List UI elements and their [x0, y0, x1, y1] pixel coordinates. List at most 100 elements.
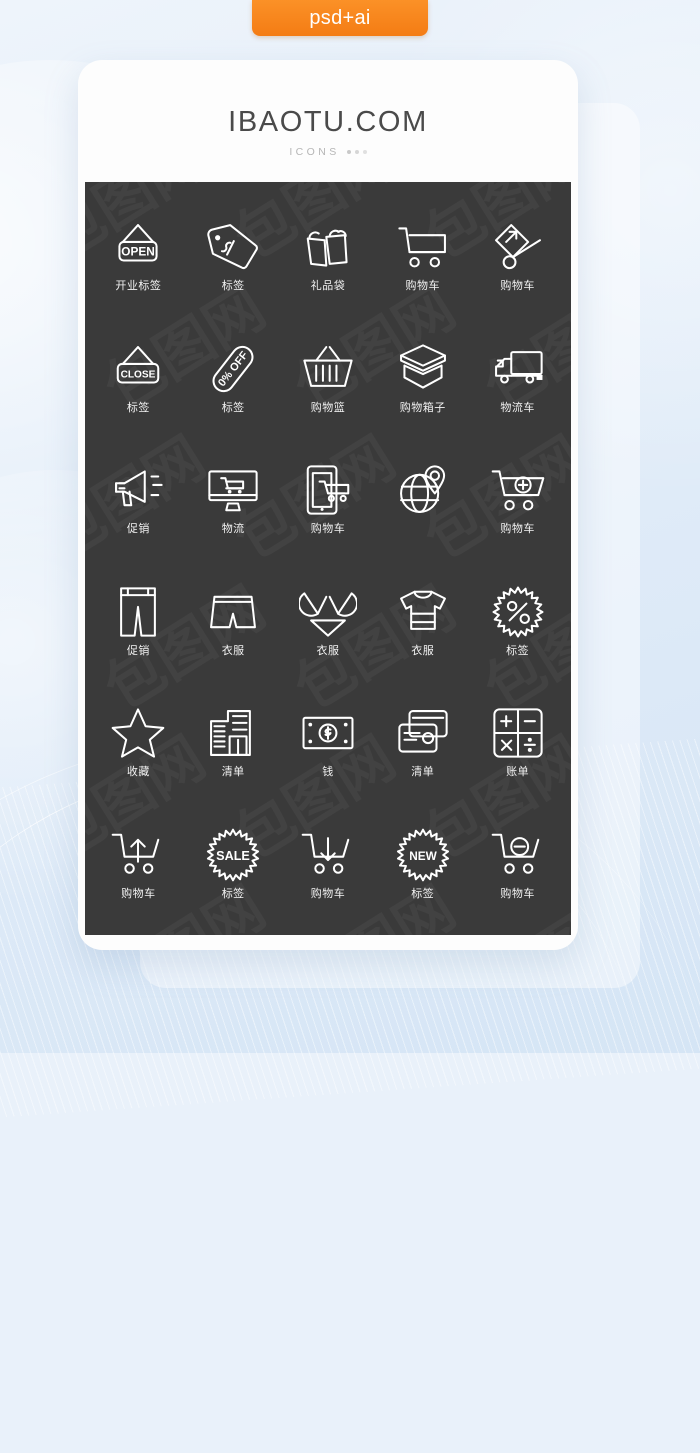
icon-label: 购物车: [500, 887, 535, 900]
cart-download-icon[interactable]: [299, 828, 357, 882]
sale-badge-icon[interactable]: SALE: [204, 828, 262, 882]
megaphone-icon[interactable]: [109, 463, 167, 517]
icon-grid: OPEN 开业标签 标签 礼品袋 购物车 购物车 CLOSE 标签 0% OFF 标签 购物篮 购物箱…: [85, 182, 571, 935]
globe-location-icon[interactable]: [394, 463, 452, 517]
percent-badge-icon[interactable]: [489, 585, 547, 639]
cart-add-icon[interactable]: [489, 463, 547, 517]
icon-label: 物流: [221, 523, 245, 536]
icon-cell[interactable]: 购物车: [281, 439, 376, 561]
percent-off-tag-icon[interactable]: 0% OFF: [204, 342, 262, 396]
icon-cell[interactable]: 购物篮: [281, 318, 376, 440]
icon-cell[interactable]: 礼品袋: [281, 196, 376, 318]
gift-bags-icon[interactable]: [299, 220, 357, 274]
decorative-dots: [346, 150, 367, 154]
icon-cell[interactable]: 钱: [281, 682, 376, 804]
icon-cell[interactable]: SALE 标签: [186, 804, 281, 926]
icon-cell[interactable]: 物流车: [470, 318, 565, 440]
icon-label: 衣服: [221, 644, 245, 657]
icon-cell[interactable]: 0% OFF 标签: [186, 318, 281, 440]
icon-label: 标签: [126, 401, 150, 414]
icon-label: 礼品袋: [310, 280, 346, 293]
icon-cell[interactable]: 收藏: [91, 682, 186, 804]
mobile-cart-icon[interactable]: [299, 463, 357, 517]
icon-label: 标签: [221, 887, 245, 900]
shorts-icon[interactable]: [204, 585, 262, 639]
icon-cell[interactable]: 衣服: [186, 561, 281, 683]
open-sign-icon[interactable]: OPEN: [109, 220, 167, 274]
icon-cell[interactable]: 账单: [470, 682, 565, 804]
calculator-icon[interactable]: [489, 706, 547, 760]
icon-label: 衣服: [411, 644, 435, 657]
icon-cell[interactable]: 物流: [186, 439, 281, 561]
icon-label: 促销: [126, 523, 150, 536]
icon-label: 账单: [506, 766, 530, 779]
icon-grid-panel: 包图网包图网包图网包图网包图网包图网包图网包图网包图网包图网包图网包图网包图网包…: [85, 182, 571, 935]
star-favorite-icon[interactable]: [109, 706, 167, 760]
icon-cell[interactable]: 购物车: [470, 804, 565, 926]
icon-cell[interactable]: 购物车: [91, 804, 186, 926]
building-list-icon[interactable]: [204, 706, 262, 760]
icon-cell[interactable]: 清单: [186, 682, 281, 804]
icon-cell[interactable]: 购物车: [470, 196, 565, 318]
pants-icon[interactable]: [109, 585, 167, 639]
hand-truck-icon[interactable]: [489, 220, 547, 274]
icon-cell[interactable]: NEW 标签: [375, 804, 470, 926]
brand-subtitle-label: ICONS: [289, 146, 340, 158]
tshirt-icon[interactable]: [394, 585, 452, 639]
icon-label: 标签: [411, 887, 435, 900]
bikini-icon[interactable]: [298, 585, 357, 639]
icon-label: 收藏: [126, 766, 150, 779]
icon-cell[interactable]: 促销: [91, 561, 186, 683]
icon-label: 购物车: [405, 280, 441, 293]
icon-label: 购物车: [121, 887, 156, 900]
icon-label: 开业标签: [115, 280, 162, 293]
cart-remove-icon[interactable]: [489, 828, 547, 882]
icon-label: 购物车: [500, 523, 535, 536]
icon-label: 物流车: [500, 401, 535, 414]
cart-upload-icon[interactable]: [109, 828, 167, 882]
brand-subtitle: ICONS: [78, 146, 578, 158]
icon-label: 衣服: [316, 644, 340, 657]
icon-label: 购物箱子: [399, 401, 446, 414]
svg-text:CLOSE: CLOSE: [121, 369, 156, 380]
icon-cell[interactable]: OPEN 开业标签: [91, 196, 186, 318]
icon-cell[interactable]: 购物车: [281, 804, 376, 926]
icon-label: 清单: [411, 766, 435, 779]
icon-label: 购物车: [500, 280, 535, 293]
open-box-icon[interactable]: [394, 342, 452, 396]
svg-text:NEW: NEW: [409, 849, 437, 863]
icon-label: 标签: [221, 280, 245, 293]
desktop-cart-icon[interactable]: [204, 463, 262, 517]
icon-cell[interactable]: 清单: [375, 682, 470, 804]
icon-cell[interactable]: CLOSE 标签: [91, 318, 186, 440]
shopping-basket-icon[interactable]: [299, 342, 357, 396]
icon-cell[interactable]: 标签: [470, 561, 565, 683]
icon-cell[interactable]: 衣服: [375, 561, 470, 683]
icon-cell[interactable]: 衣服: [281, 561, 376, 683]
new-badge-icon[interactable]: NEW: [394, 828, 452, 882]
icon-label: 购物篮: [310, 401, 346, 414]
icon-label: 标签: [506, 644, 530, 657]
delivery-truck-icon[interactable]: [489, 342, 547, 396]
svg-text:SALE: SALE: [216, 849, 250, 863]
icon-cell[interactable]: [375, 439, 470, 561]
brand-header: IBAOTU.COM ICONS: [78, 60, 578, 158]
price-tag-dollar-icon[interactable]: [204, 220, 262, 274]
close-sign-icon[interactable]: CLOSE: [109, 342, 167, 396]
icon-cell[interactable]: 购物车: [470, 439, 565, 561]
icon-label: 清单: [221, 766, 245, 779]
psd-ai-badge-label: psd+ai: [309, 6, 371, 29]
icon-label: 购物车: [310, 887, 346, 900]
icon-cell[interactable]: 购物箱子: [375, 318, 470, 440]
icon-cell[interactable]: 购物车: [375, 196, 470, 318]
icon-set-card: IBAOTU.COM ICONS 包图网包图网包图网包图网包图网包图网包图网包图…: [78, 60, 578, 950]
shopping-cart-icon[interactable]: [394, 220, 452, 274]
banknote-icon[interactable]: [299, 706, 357, 760]
icon-label: 促销: [126, 644, 150, 657]
icon-label: 购物车: [310, 523, 346, 536]
psd-ai-badge: psd+ai: [252, 0, 428, 36]
page-title: IBAOTU.COM: [228, 106, 428, 138]
icon-cell[interactable]: 促销: [91, 439, 186, 561]
icon-cell[interactable]: 标签: [186, 196, 281, 318]
credit-cards-icon[interactable]: [394, 706, 452, 760]
